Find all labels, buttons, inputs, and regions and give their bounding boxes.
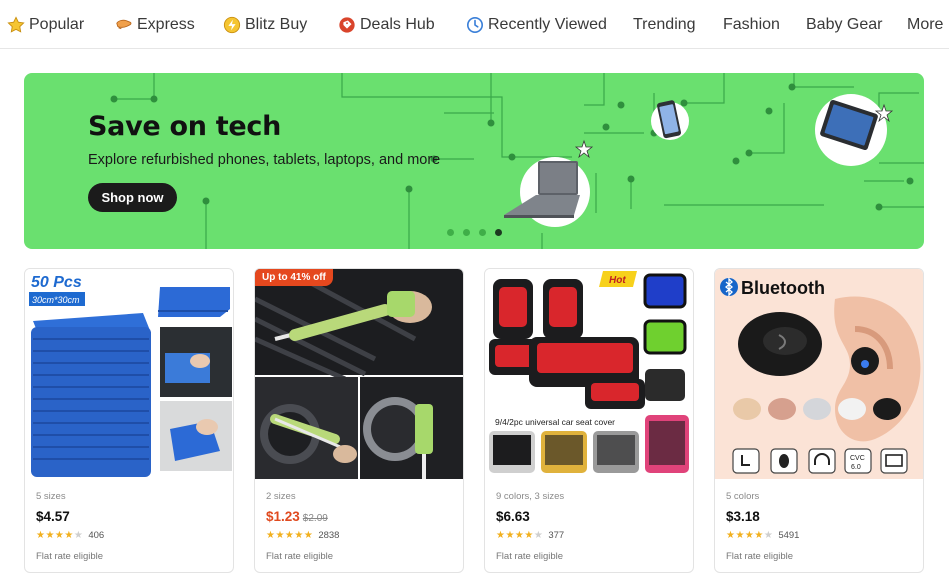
product-image-bluetooth-earbud[interactable]: Bluetooth CVC 6.0 — [715, 269, 923, 479]
carousel-dots — [447, 229, 502, 236]
product-image-seat-covers[interactable]: Hot 9/4/2pc universal car seat cover — [485, 269, 693, 479]
rating-stars-icon: ★★★★★ — [726, 530, 774, 541]
nav-item-deals-hub[interactable]: Deals Hub — [338, 15, 435, 35]
carousel-dot[interactable] — [463, 229, 470, 236]
shipping-note: Flat rate eligible — [726, 551, 794, 562]
carousel-dot[interactable] — [479, 229, 486, 236]
shop-now-button[interactable]: Shop now — [88, 183, 177, 212]
nav-item-more[interactable]: More — [907, 15, 943, 35]
deals-tag-icon — [338, 16, 356, 34]
clock-icon — [466, 16, 484, 34]
banner-title: Save on tech — [88, 111, 281, 142]
product-price: $4.57 — [36, 509, 70, 524]
product-image-label: 9/4/2pc universal car seat cover — [495, 417, 615, 427]
nav-item-fashion[interactable]: Fashion — [723, 15, 780, 35]
banner-subtitle: Explore refurbished phones, tablets, lap… — [88, 152, 441, 168]
nav-label: Baby Gear — [806, 16, 883, 33]
carousel-dot[interactable] — [447, 229, 454, 236]
product-card[interactable]: Bluetooth CVC 6.0 5 colors $3.18 ★★★★★ 5… — [714, 268, 924, 573]
product-image-label: 30cm*30cm — [32, 295, 80, 305]
discount-badge: Up to 41% off — [255, 269, 333, 286]
product-price: $1.23 $2.09 — [266, 509, 328, 524]
nav-label: Recently Viewed — [488, 16, 607, 33]
product-image-towels[interactable]: 50 Pcs 30cm*30cm — [25, 269, 233, 479]
rating-stars-icon: ★★★★★ — [36, 530, 84, 541]
shipping-note: Flat rate eligible — [36, 551, 104, 562]
product-price: $3.18 — [726, 509, 760, 524]
review-count: 377 — [548, 530, 565, 541]
nav-label: Fashion — [723, 16, 780, 33]
nav-item-baby-gear[interactable]: Baby Gear — [806, 15, 882, 35]
original-price: $2.09 — [302, 513, 328, 524]
product-card[interactable]: Hot 9/4/2pc universal car seat cover 9 c… — [484, 268, 694, 573]
rating: ★★★★★ 2838 — [266, 530, 339, 541]
product-image-vent-brush[interactable] — [255, 269, 463, 479]
sale-price: $1.23 — [266, 509, 300, 524]
shipping-note: Flat rate eligible — [496, 551, 564, 562]
product-image-label: Hot — [609, 275, 626, 286]
nav-label: Popular — [29, 16, 85, 33]
express-icon — [115, 16, 133, 34]
shipping-note: Flat rate eligible — [266, 551, 334, 562]
laptop-illustration — [504, 139, 594, 227]
variant-info: 5 colors — [726, 491, 760, 502]
rating: ★★★★★ 5491 — [726, 530, 799, 541]
rating: ★★★★★ 377 — [496, 530, 564, 541]
nav-item-express[interactable]: Express — [115, 15, 195, 35]
review-count: 5491 — [778, 530, 800, 541]
rating: ★★★★★ 406 — [36, 530, 104, 541]
variant-info: 5 sizes — [36, 491, 66, 502]
nav-label: Express — [137, 16, 195, 33]
product-image-label: CVC — [850, 455, 865, 462]
star-icon — [7, 16, 25, 34]
rating-stars-icon: ★★★★★ — [496, 530, 544, 541]
nav-item-blitz-buy[interactable]: Blitz Buy — [223, 15, 307, 35]
nav-label: More — [907, 16, 944, 33]
product-card[interactable]: 50 Pcs 30cm*30cm 5 sizes $4.57 ★★★★★ 406… — [24, 268, 234, 573]
nav-label: Deals Hub — [360, 16, 435, 33]
product-image-label: 6.0 — [851, 464, 861, 471]
carousel-dot-active[interactable] — [495, 229, 502, 236]
nav-item-popular[interactable]: Popular — [7, 15, 84, 35]
product-price: $6.63 — [496, 509, 530, 524]
blitz-buy-icon — [223, 16, 241, 34]
tablet-illustration — [815, 94, 894, 166]
rating-stars-icon: ★★★★★ — [266, 530, 314, 541]
product-card[interactable]: Up to 41% off 2 sizes $1.23 $2.09 ★★★★★ … — [254, 268, 464, 573]
nav-item-recently-viewed[interactable]: Recently Viewed — [466, 15, 607, 35]
product-image-label: 50 Pcs — [31, 274, 82, 291]
category-nav: Popular Express Blitz Buy Deals Hub Rece… — [0, 0, 949, 49]
variant-info: 9 colors, 3 sizes — [496, 491, 565, 502]
review-count: 406 — [88, 530, 105, 541]
review-count: 2838 — [318, 530, 340, 541]
nav-item-trending[interactable]: Trending — [633, 15, 696, 35]
product-image-label: Bluetooth — [741, 278, 825, 298]
nav-label: Trending — [633, 16, 696, 33]
variant-info: 2 sizes — [266, 491, 296, 502]
nav-label: Blitz Buy — [245, 16, 308, 33]
promo-banner[interactable]: Save on tech Explore refurbished phones,… — [24, 73, 924, 249]
